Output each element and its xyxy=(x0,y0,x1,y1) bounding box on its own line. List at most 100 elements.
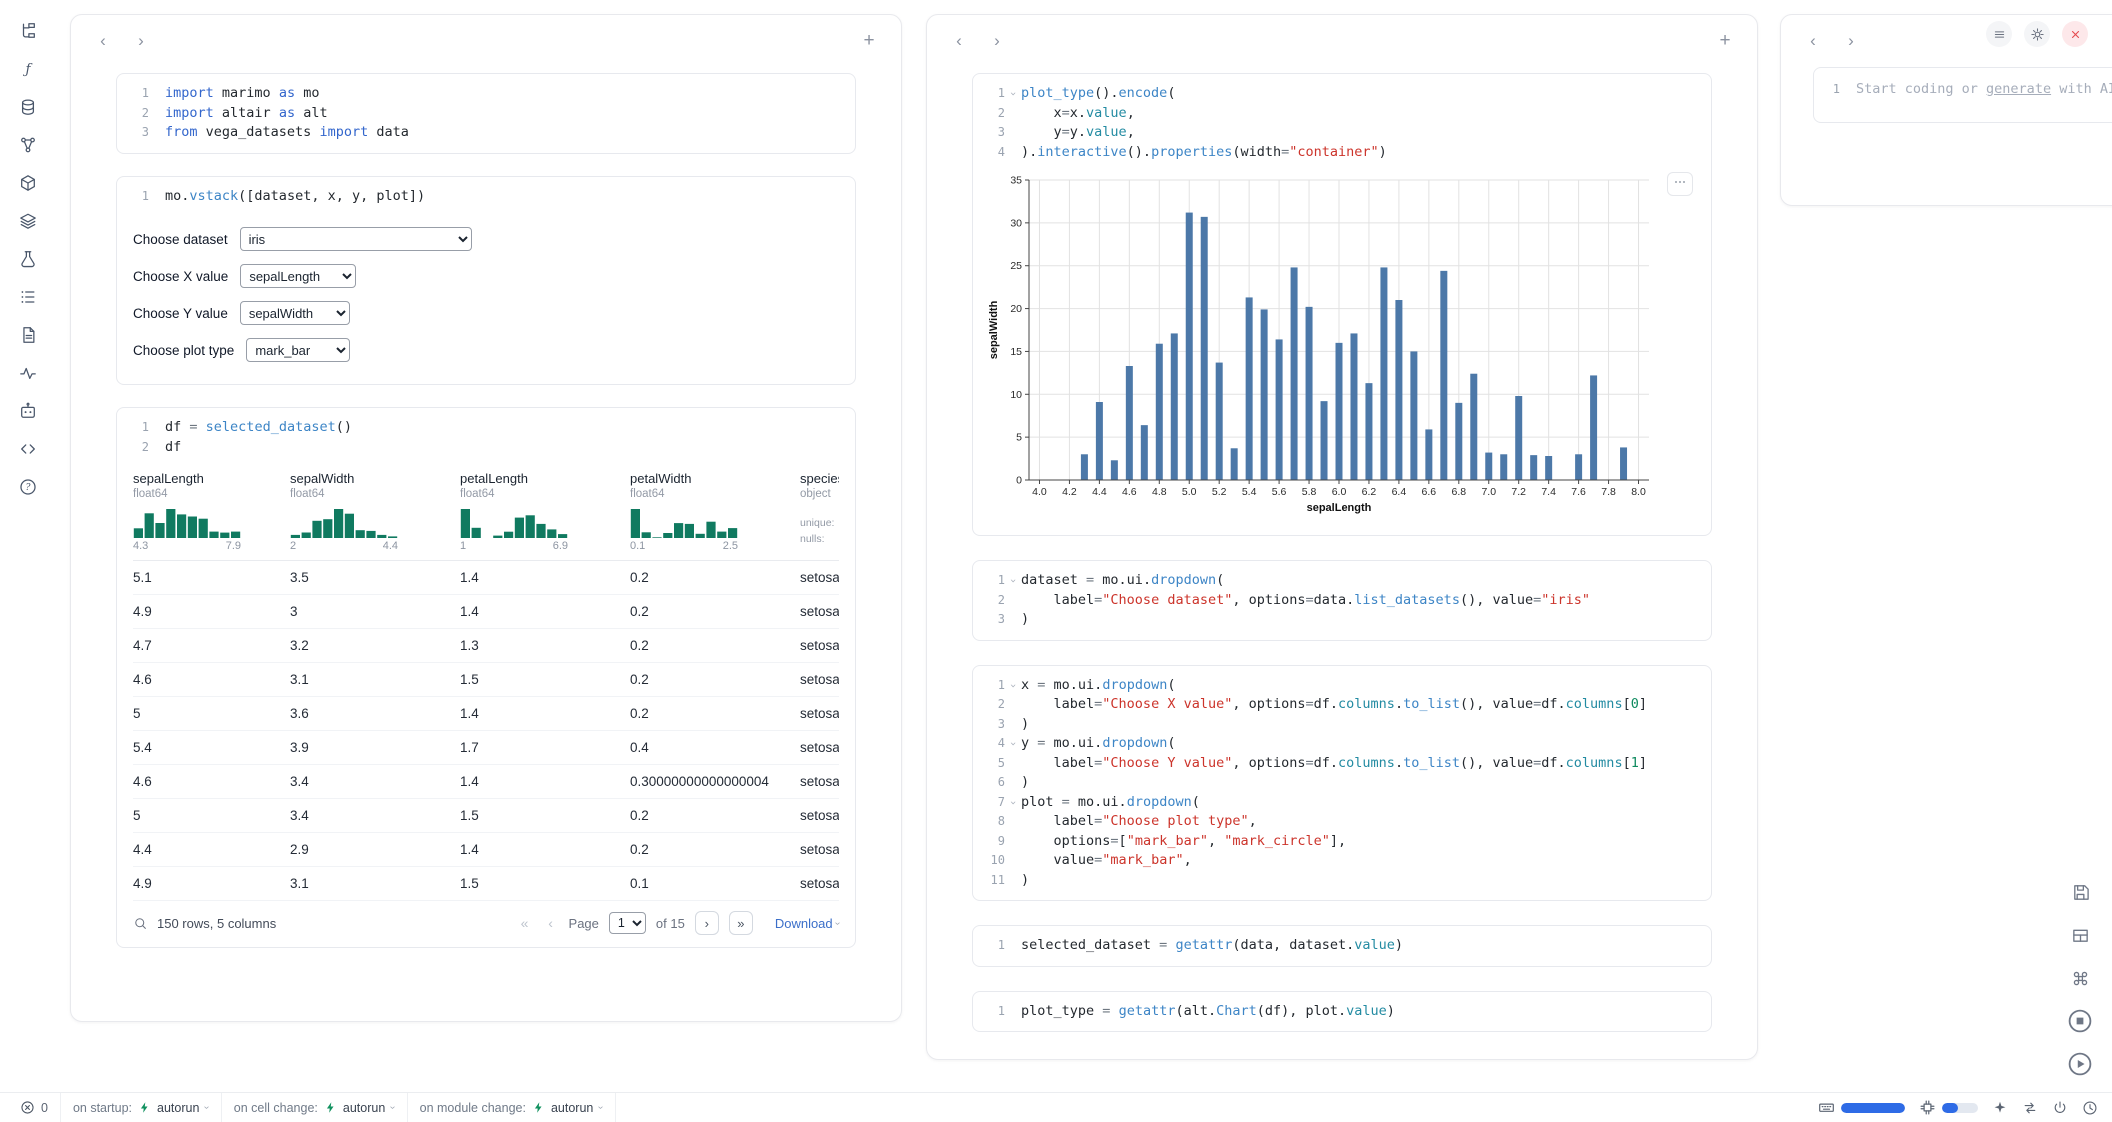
first-page-button[interactable]: « xyxy=(517,915,533,931)
autorun-config[interactable]: on startup:autorun› xyxy=(61,1093,222,1122)
table-row[interactable]: 4.63.41.40.30000000000000004setosa xyxy=(133,765,839,799)
code-editor[interactable]: 1mo.vstack([dataset, x, y, plot]) xyxy=(117,185,855,209)
prev-page-button[interactable]: ‹ xyxy=(543,915,559,931)
last-page-button[interactable]: » xyxy=(729,911,753,935)
gear-button[interactable] xyxy=(2024,21,2050,47)
panel-back-button[interactable]: ‹ xyxy=(947,29,971,53)
code-line[interactable]: 1›dataset = mo.ui.dropdown( xyxy=(979,571,1701,591)
code-editor[interactable]: 1import marimo as mo2import altair as al… xyxy=(117,82,855,145)
table-row[interactable]: 4.931.40.2setosa xyxy=(133,595,839,629)
table-row[interactable]: 53.41.50.2setosa xyxy=(133,799,839,833)
table-row[interactable]: 4.73.21.30.2setosa xyxy=(133,629,839,663)
rail-tracing-icon[interactable] xyxy=(17,362,39,384)
code-line[interactable]: 3) xyxy=(979,715,1701,735)
code-line[interactable]: 3) xyxy=(979,610,1701,630)
fold-chevron-icon[interactable]: › xyxy=(1005,571,1021,591)
panel-back-button[interactable]: ‹ xyxy=(91,29,115,53)
column-header[interactable]: sepalWidthfloat6424.4 xyxy=(290,471,460,552)
table-row[interactable]: 5.43.91.70.4setosa xyxy=(133,731,839,765)
code-editor[interactable]: 1plot_type = getattr(alt.Chart(df), plot… xyxy=(973,1000,1711,1024)
panel-forward-button[interactable]: › xyxy=(129,29,153,53)
add-cell-button[interactable]: + xyxy=(857,29,881,53)
table-row[interactable]: 5.13.51.40.2setosa xyxy=(133,561,839,595)
table-row[interactable]: 4.93.11.50.1setosa xyxy=(133,867,839,901)
generate-link[interactable]: generate xyxy=(1986,81,2051,97)
search-icon[interactable] xyxy=(133,916,148,931)
interrupt-button[interactable] xyxy=(2066,1007,2094,1035)
layout-button[interactable] xyxy=(2066,921,2094,949)
download-button[interactable]: Download › xyxy=(775,916,839,931)
code-line[interactable]: 6) xyxy=(979,773,1701,793)
autorun-config[interactable]: on cell change:autorun› xyxy=(222,1093,408,1122)
table-row[interactable]: 4.63.11.50.2setosa xyxy=(133,663,839,697)
code-line[interactable]: 2 label="Choose X value", options=df.col… xyxy=(979,695,1701,715)
control-select[interactable]: iris xyxy=(240,227,472,251)
code-line[interactable]: 1df = selected_dataset() xyxy=(123,418,845,438)
panel-back-button[interactable]: ‹ xyxy=(1801,29,1825,53)
code-line[interactable]: 1import marimo as mo xyxy=(123,84,845,104)
table-row[interactable]: 53.61.40.2setosa xyxy=(133,697,839,731)
fold-chevron-icon[interactable]: › xyxy=(1005,734,1021,754)
rail-file-tree-icon[interactable] xyxy=(17,20,39,42)
rail-snippets-icon[interactable] xyxy=(17,438,39,460)
code-line[interactable]: 3from vega_datasets import data xyxy=(123,123,845,143)
fold-chevron-icon[interactable]: › xyxy=(1005,84,1021,104)
column-header[interactable]: speciesobjectunique:nulls: xyxy=(800,471,839,552)
rail-docs-icon[interactable] xyxy=(17,324,39,346)
rail-functions-icon[interactable]: ƒ xyxy=(17,58,39,80)
code-line[interactable]: 11) xyxy=(979,871,1701,891)
keyboard-shortcuts-button[interactable] xyxy=(2066,964,2094,992)
code-line[interactable]: 2import altair as alt xyxy=(123,104,845,124)
rail-chat-icon[interactable] xyxy=(17,400,39,422)
autorun-config[interactable]: on module change:autorun› xyxy=(408,1093,616,1122)
code-editor[interactable]: 1df = selected_dataset()2df xyxy=(117,416,855,459)
altair-chart[interactable]: 051015202530354.04.24.44.64.85.05.25.45.… xyxy=(985,170,1661,520)
column-header[interactable]: sepalLengthfloat644.37.9 xyxy=(133,471,290,552)
code-line[interactable]: 1selected_dataset = getattr(data, datase… xyxy=(979,936,1701,956)
menu-button[interactable] xyxy=(1986,21,2012,47)
code-line[interactable]: 10 value="mark_bar", xyxy=(979,851,1701,871)
code-line[interactable]: 8 label="Choose plot type", xyxy=(979,812,1701,832)
code-line[interactable]: 1mo.vstack([dataset, x, y, plot]) xyxy=(123,187,845,207)
rail-packages-icon[interactable] xyxy=(17,172,39,194)
rail-scratchpad-icon[interactable] xyxy=(17,248,39,270)
panel-forward-button[interactable]: › xyxy=(1839,29,1863,53)
column-header[interactable]: petalLengthfloat6416.9 xyxy=(460,471,630,552)
keyboard-usage-meter[interactable] xyxy=(1818,1099,1905,1116)
rail-database-icon[interactable] xyxy=(17,96,39,118)
ai-code-cell[interactable]: 1 Start coding or generate with AI xyxy=(1813,67,2112,123)
page-select[interactable]: 1 xyxy=(609,912,646,934)
column-header[interactable]: petalWidthfloat640.12.5 xyxy=(630,471,800,552)
code-line[interactable]: 2 label="Choose dataset", options=data.l… xyxy=(979,591,1701,611)
fold-chevron-icon[interactable]: › xyxy=(1005,676,1021,696)
rail-help-icon[interactable]: ? xyxy=(17,476,39,498)
code-line[interactable]: 9 options=["mark_bar", "mark_circle"], xyxy=(979,832,1701,852)
code-line[interactable]: 2df xyxy=(123,438,845,458)
export-button[interactable] xyxy=(2066,878,2094,906)
code-editor[interactable]: 1›dataset = mo.ui.dropdown(2 label="Choo… xyxy=(973,569,1711,632)
panel-forward-button[interactable]: › xyxy=(985,29,1009,53)
code-line[interactable]: 4).interactive().properties(width="conta… xyxy=(979,143,1701,163)
code-editor[interactable]: 1›x = mo.ui.dropdown(2 label="Choose X v… xyxy=(973,674,1711,893)
control-select[interactable]: sepalWidth xyxy=(240,301,350,325)
code-line[interactable]: 7›plot = mo.ui.dropdown( xyxy=(979,793,1701,813)
chart-actions-button[interactable] xyxy=(1667,172,1693,196)
code-line[interactable]: 2 x=x.value, xyxy=(979,104,1701,124)
code-editor[interactable]: 1›plot_type().encode(2 x=x.value,3 y=y.v… xyxy=(973,82,1711,164)
chip-usage-meter[interactable] xyxy=(1919,1099,1978,1116)
close-button[interactable] xyxy=(2062,21,2088,47)
code-line[interactable]: 5 label="Choose Y value", options=df.col… xyxy=(979,754,1701,774)
rail-layers-icon[interactable] xyxy=(17,210,39,232)
error-count-chip[interactable]: 0 xyxy=(8,1093,61,1122)
sparkle-icon[interactable] xyxy=(1992,1100,2008,1116)
table-row[interactable]: 4.42.91.40.2setosa xyxy=(133,833,839,867)
code-line[interactable]: 1›plot_type().encode( xyxy=(979,84,1701,104)
code-line[interactable]: 4›y = mo.ui.dropdown( xyxy=(979,734,1701,754)
control-select[interactable]: sepalLength xyxy=(240,264,356,288)
power-icon[interactable] xyxy=(2052,1100,2068,1116)
fold-chevron-icon[interactable]: › xyxy=(1005,793,1021,813)
clock-icon[interactable] xyxy=(2082,1100,2098,1116)
swap-icon[interactable] xyxy=(2022,1100,2038,1116)
add-cell-button[interactable]: + xyxy=(1713,29,1737,53)
code-line[interactable]: 3 y=y.value, xyxy=(979,123,1701,143)
